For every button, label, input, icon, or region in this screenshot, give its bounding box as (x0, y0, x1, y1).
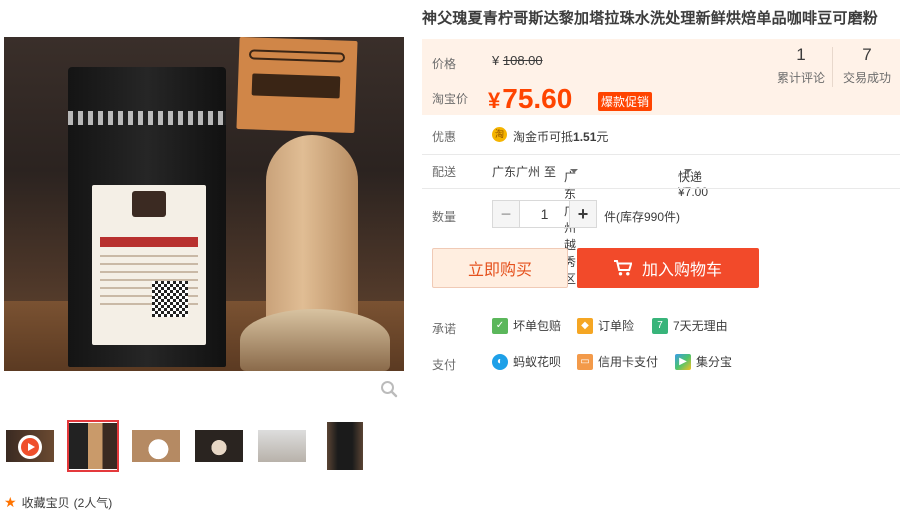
insurance-icon: ◆ (577, 317, 593, 334)
buy-now-button[interactable]: 立即购买 (432, 248, 568, 288)
ship-from: 广东广州 (492, 165, 541, 179)
cart-icon (613, 260, 632, 276)
main-product-image[interactable] (4, 37, 404, 371)
wood-stump (240, 309, 390, 371)
thumbnail-3[interactable] (193, 420, 245, 472)
destination-select[interactable]: 广东广州越秀区 (564, 163, 578, 286)
zoom-icon[interactable] (380, 380, 398, 398)
quantity-row: 数量 − 1 + 件(库存990件) (422, 200, 900, 230)
quantity-label: 数量 (432, 210, 457, 224)
sales-count[interactable]: 7 交易成功 (834, 45, 900, 86)
thumbnail-4[interactable] (256, 420, 308, 472)
jifenbao-icon: ▶ (675, 353, 691, 370)
shop-sign-card (236, 37, 358, 134)
divider (422, 188, 900, 189)
qr-code (152, 281, 188, 317)
coffee-bag (68, 67, 226, 367)
original-price: ¥ 108.00 (492, 53, 543, 68)
promotion-label: 优惠 (432, 130, 457, 144)
payment-row: 支付 ◐ 蚂蚁花呗 ▭ 信用卡支付 ▶ 集分宝 (422, 352, 900, 374)
promise-item-damage[interactable]: ✓ 坏单包赔 (492, 317, 561, 334)
thumbnail-video[interactable] (4, 420, 56, 472)
quantity-stepper: − 1 + (492, 200, 597, 228)
promo-badge: 爆款促销 (598, 92, 653, 111)
promise-row: 承诺 ✓ 坏单包赔 ◆ 订单险 7 7天无理由 (422, 316, 900, 338)
huabei-icon: ◐ (492, 353, 508, 370)
favorite-text: 收藏宝贝 (21, 496, 70, 510)
promise-item-7day-return[interactable]: 7 7天无理由 (652, 317, 728, 334)
taobao-price-label: 淘宝价 (432, 92, 469, 106)
favorite-popularity: (2人气) (73, 496, 113, 510)
seven-day-icon: 7 (652, 317, 668, 334)
payment-label: 支付 (432, 358, 457, 372)
price-panel: 价格 ¥ 108.00 淘宝价 ¥ 75.60 爆款促销 1 累计评论 7 交易… (422, 39, 900, 115)
stock-text: 件(库存990件) (604, 210, 681, 224)
shipping-label: 配送 (432, 165, 457, 179)
taobao-price: ¥ 75.60 (488, 83, 573, 114)
payment-item-huabei[interactable]: ◐ 蚂蚁花呗 (492, 353, 561, 370)
shipping-method-select[interactable]: 快递 ¥7.00 (678, 163, 708, 199)
promise-label: 承诺 (432, 322, 457, 336)
promotion-row: 优惠 淘 淘金币可抵1.51元 (422, 120, 900, 154)
taojinbi-coin-icon: 淘 (492, 127, 507, 142)
review-count[interactable]: 1 累计评论 (768, 45, 834, 86)
quantity-input[interactable]: 1 (519, 201, 570, 227)
divider (422, 154, 900, 155)
promise-item-insurance[interactable]: ◆ 订单险 (577, 317, 634, 334)
decrease-button[interactable]: − (493, 201, 519, 227)
shipping-row: 配送 广东广州 至 广东广州越秀区 快递 ¥7.00 (422, 158, 900, 286)
original-price-label: 价格 (432, 57, 457, 71)
play-video-icon[interactable] (18, 435, 42, 459)
thumbnail-5[interactable] (319, 420, 371, 472)
add-to-cart-button[interactable]: 加入购物车 (577, 248, 759, 288)
product-title: 神父瑰夏青柠哥斯达黎加塔拉珠水洗处理新鲜烘焙单品咖啡豆可磨粉 (422, 10, 879, 27)
star-icon: ★ (4, 494, 17, 510)
thumbnail-1[interactable] (67, 420, 119, 472)
thumbnail-strip (4, 420, 404, 472)
increase-button[interactable]: + (570, 201, 596, 227)
coffee-bag-label (92, 185, 206, 345)
credit-card-icon: ▭ (577, 353, 593, 370)
favorite-link[interactable]: ★ 收藏宝贝 (2人气) (4, 494, 112, 511)
promotion-text: 淘金币可抵1.51元 (513, 130, 609, 144)
shield-icon: ✓ (492, 317, 508, 334)
ship-to-word: 至 (544, 165, 557, 179)
payment-item-jifenbao[interactable]: ▶ 集分宝 (675, 353, 732, 370)
thumbnail-2[interactable] (130, 420, 182, 472)
payment-item-credit-card[interactable]: ▭ 信用卡支付 (577, 353, 658, 370)
